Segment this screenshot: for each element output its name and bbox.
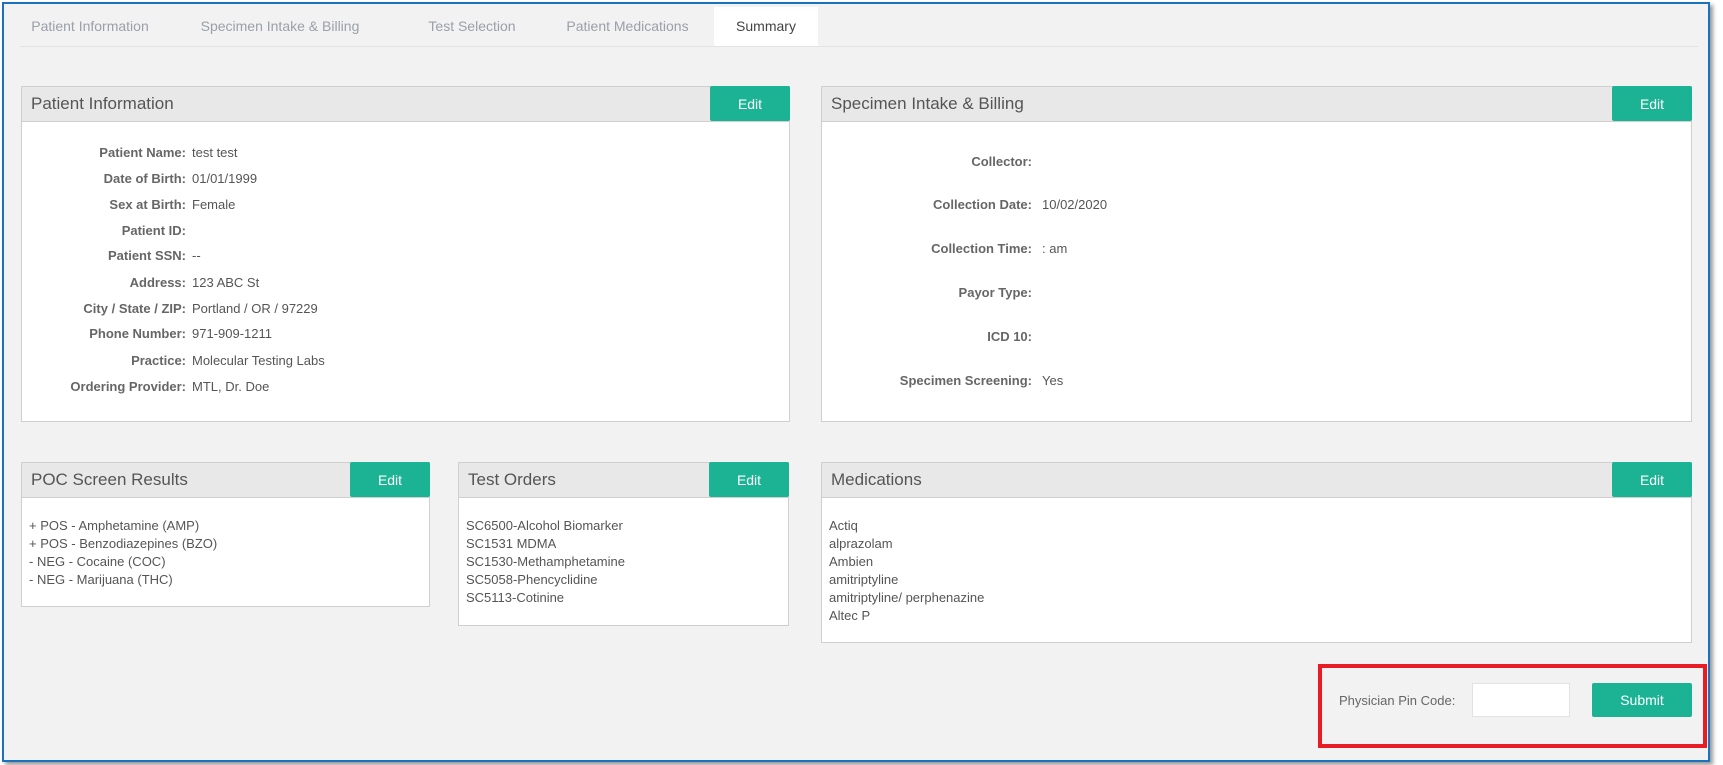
- field-value: 10/02/2020: [1042, 197, 1108, 212]
- physician-pin-label: Physician Pin Code:: [1339, 693, 1456, 708]
- list-item: Altec P: [829, 608, 871, 623]
- field-label: Phone Number:: [89, 326, 186, 341]
- field-value: test test: [192, 145, 238, 160]
- list-item: + POS - Amphetamine (AMP): [29, 518, 200, 533]
- field-label: Address:: [129, 275, 186, 290]
- field-value: Yes: [1042, 373, 1064, 388]
- field-label: Date of Birth:: [103, 171, 186, 186]
- list-item: Actiq: [829, 518, 858, 533]
- list-item: SC6500-Alcohol Biomarker: [466, 518, 623, 533]
- field-value: Portland / OR / 97229: [192, 301, 318, 316]
- edit-test-orders-button[interactable]: Edit: [709, 462, 789, 497]
- field-label: Collection Time:: [931, 241, 1032, 256]
- list-item: Ambien: [829, 554, 874, 569]
- field-label: Collector:: [971, 154, 1032, 169]
- list-item: - NEG - Cocaine (COC): [29, 554, 166, 569]
- list-item: SC5058-Phencyclidine: [466, 572, 598, 587]
- panel-header: Specimen Intake & Billing Edit: [822, 86, 1692, 122]
- submit-button[interactable]: Submit: [1592, 683, 1692, 717]
- panel-header: Test Orders Edit: [459, 462, 789, 498]
- list-item: alprazolam: [829, 536, 893, 551]
- list-item: SC1531 MDMA: [466, 536, 557, 551]
- field-label: Patient Name:: [99, 145, 186, 160]
- field-label: Patient ID:: [121, 223, 186, 238]
- field-label: Payor Type:: [958, 285, 1032, 300]
- medications-panel: Medications Edit Actiq alprazolam Ambien am…: [821, 462, 1692, 643]
- list-item: + POS - Benzodiazepines (BZO): [29, 536, 218, 551]
- tab-bar: Patient Information Specimen Intake & Bi…: [20, 7, 1698, 47]
- poc-screen-results-panel: POC Screen Results Edit + POS - Amphetam…: [21, 462, 430, 607]
- list-item: - NEG - Marijuana (THC): [29, 572, 173, 587]
- field-label: Specimen Screening:: [899, 373, 1032, 388]
- patient-information-panel: Patient Information Edit Patient Name: te…: [21, 86, 790, 422]
- field-label: Practice:: [131, 353, 186, 368]
- field-value: Female: [192, 197, 236, 212]
- field-value: : am: [1042, 241, 1068, 256]
- panel-header: Medications Edit: [822, 462, 1692, 498]
- edit-specimen-button[interactable]: Edit: [1612, 86, 1692, 121]
- tab-summary[interactable]: Summary: [714, 7, 818, 46]
- tab-specimen-intake-billing[interactable]: Specimen Intake & Billing: [180, 7, 380, 46]
- field-value: 971-909-1211: [192, 326, 272, 341]
- field-value: Molecular Testing Labs: [192, 353, 325, 368]
- tab-test-selection[interactable]: Test Selection: [412, 7, 532, 46]
- panel-title: Test Orders: [468, 470, 556, 489]
- specimen-intake-billing-panel: Specimen Intake & Billing Edit Collector…: [821, 86, 1692, 422]
- list-item: amitriptyline/ perphenazine: [829, 590, 985, 605]
- tab-patient-medications[interactable]: Patient Medications: [550, 7, 705, 46]
- field-label: Sex at Birth:: [109, 197, 186, 212]
- panel-title: Patient Information: [31, 94, 174, 113]
- list-item: SC5113-Cotinine: [466, 590, 565, 605]
- field-value: 123 ABC St: [192, 275, 260, 290]
- list-item: SC1530-Methamphetamine: [466, 554, 625, 569]
- field-label: Collection Date:: [933, 197, 1032, 212]
- field-label: Ordering Provider:: [70, 379, 186, 394]
- tab-patient-information[interactable]: Patient Information: [20, 7, 160, 46]
- panel-header: Patient Information Edit: [22, 86, 790, 122]
- list-item: amitriptyline: [829, 572, 899, 587]
- field-label: City / State / ZIP:: [83, 301, 186, 316]
- panel-title: Specimen Intake & Billing: [831, 94, 1024, 113]
- panel-title: POC Screen Results: [31, 470, 188, 489]
- physician-pin-input[interactable]: [1472, 683, 1570, 717]
- field-value: --: [192, 248, 201, 263]
- panel-title: Medications: [831, 470, 922, 489]
- edit-patient-information-button[interactable]: Edit: [710, 86, 790, 121]
- field-value: MTL, Dr. Doe: [192, 379, 270, 394]
- panel-header: POC Screen Results Edit: [22, 462, 430, 498]
- test-orders-panel: Test Orders Edit SC6500-Alcohol Biomarke…: [458, 462, 789, 626]
- field-value: 01/01/1999: [192, 171, 258, 186]
- edit-medications-button[interactable]: Edit: [1612, 462, 1692, 497]
- field-label: ICD 10:: [987, 329, 1032, 344]
- field-label: Patient SSN:: [107, 248, 186, 263]
- edit-poc-button[interactable]: Edit: [350, 462, 430, 497]
